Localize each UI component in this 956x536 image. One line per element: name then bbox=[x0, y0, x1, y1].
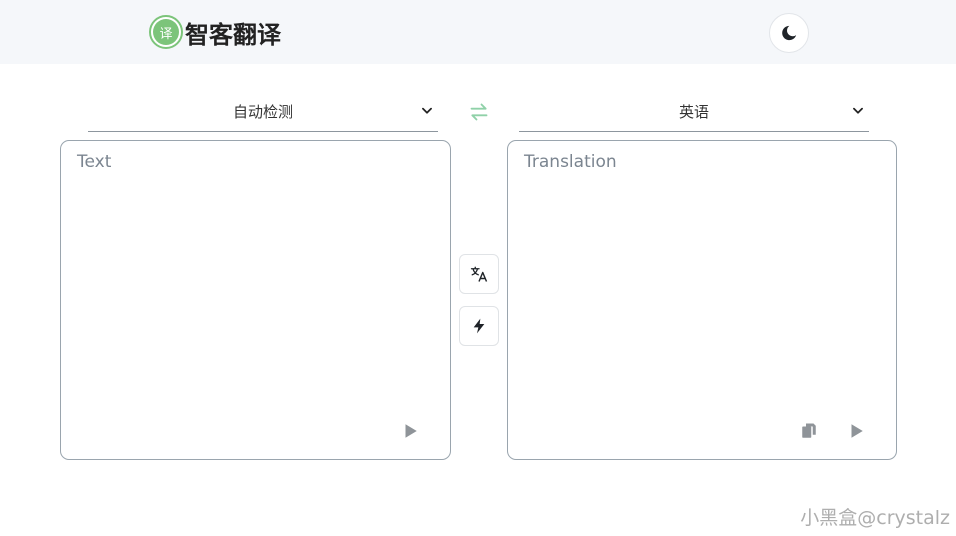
play-icon bbox=[405, 424, 417, 438]
swap-arrows-icon bbox=[470, 103, 488, 121]
chevron-down-icon bbox=[422, 107, 432, 114]
brand: 译 智客翻译 bbox=[149, 14, 281, 50]
target-language-label: 英语 bbox=[678, 103, 709, 121]
source-text-panel bbox=[60, 140, 451, 460]
app-header: 译 智客翻译 bbox=[0, 0, 956, 64]
translation-play-button[interactable] bbox=[844, 419, 868, 443]
app-name: 智客翻译 bbox=[185, 20, 281, 49]
source-play-button[interactable] bbox=[398, 419, 422, 443]
lightning-icon bbox=[473, 318, 485, 334]
translation-panel bbox=[507, 140, 897, 460]
watermark-text: 小黑盒@crystalz bbox=[800, 507, 950, 529]
translation-output[interactable] bbox=[508, 141, 896, 411]
source-language-label: 自动检测 bbox=[232, 103, 293, 121]
target-language-select[interactable]: 英语 bbox=[519, 92, 869, 132]
play-icon bbox=[851, 424, 863, 438]
source-language-select[interactable]: 自动检测 bbox=[88, 92, 438, 132]
moon-icon bbox=[782, 25, 797, 41]
theme-toggle-button[interactable] bbox=[769, 13, 809, 53]
translate-button[interactable] bbox=[459, 254, 499, 294]
quick-translate-button[interactable] bbox=[459, 306, 499, 346]
logo-icon: 译 bbox=[149, 15, 183, 49]
swap-languages-button[interactable] bbox=[468, 101, 490, 123]
chevron-down-icon bbox=[853, 107, 863, 114]
copy-icon bbox=[802, 423, 816, 438]
translate-icon bbox=[470, 266, 488, 282]
logo-glyph: 译 bbox=[153, 19, 179, 45]
copy-button[interactable] bbox=[797, 419, 821, 443]
source-text-input[interactable] bbox=[61, 141, 450, 411]
